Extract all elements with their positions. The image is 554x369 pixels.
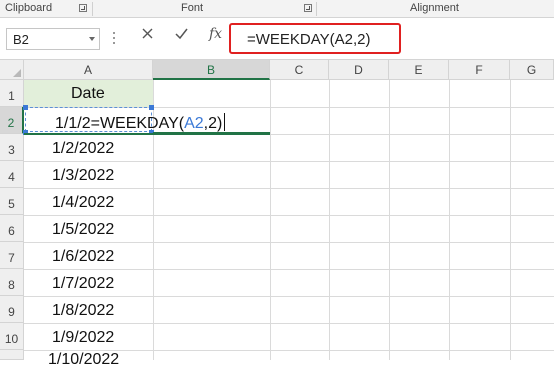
column-header-c[interactable]: C <box>270 60 329 80</box>
ribbon-group-labels: Clipboard Font Alignment <box>0 0 554 18</box>
gridline <box>24 269 554 270</box>
cell-b2-active[interactable] <box>153 106 270 134</box>
column-header-b[interactable]: B <box>153 60 270 80</box>
row-header-6[interactable]: 6 <box>0 215 24 242</box>
cell-a6[interactable]: 1/5/2022 <box>52 221 114 239</box>
name-box[interactable]: B2 <box>6 28 100 50</box>
clipboard-group-label: Clipboard <box>5 2 53 14</box>
row-header-11[interactable] <box>0 350 24 360</box>
column-header-a[interactable]: A <box>24 60 153 80</box>
cell-a3[interactable]: 1/2/2022 <box>52 140 114 158</box>
cell-a1[interactable]: Date <box>71 85 105 103</box>
cell-a8[interactable]: 1/7/2022 <box>52 275 114 293</box>
cell-a10[interactable]: 1/9/2022 <box>52 329 114 347</box>
cell-a9[interactable]: 1/8/2022 <box>52 302 114 320</box>
drag-handle-icon[interactable] <box>113 32 116 46</box>
gridline <box>24 296 554 297</box>
column-header-d[interactable]: D <box>329 60 389 80</box>
font-group-label: Font <box>181 2 204 14</box>
row-header-7[interactable]: 7 <box>0 242 24 269</box>
row-header-8[interactable]: 8 <box>0 269 24 296</box>
column-header-e[interactable]: E <box>389 60 449 80</box>
gridline <box>24 215 554 216</box>
row-header-1[interactable]: 1 <box>0 80 24 107</box>
cell-a5[interactable]: 1/4/2022 <box>52 194 114 212</box>
gridline <box>24 323 554 324</box>
row-header-5[interactable]: 5 <box>0 188 24 215</box>
gridline <box>329 80 330 360</box>
cell-a11[interactable]: 1/10/2022 <box>48 351 119 369</box>
row-header-3[interactable]: 3 <box>0 134 24 161</box>
group-separator <box>316 2 317 16</box>
gridline <box>389 80 390 360</box>
cell-a4[interactable]: 1/3/2022 <box>52 167 114 185</box>
cell-a2-value: 1/1/2 <box>55 115 91 132</box>
gridline <box>270 80 271 360</box>
cell-a7[interactable]: 1/6/2022 <box>52 248 114 266</box>
cancel-icon[interactable] <box>141 27 154 44</box>
gridline <box>24 161 554 162</box>
column-header-f[interactable]: F <box>449 60 510 80</box>
reference-handle[interactable] <box>23 105 28 110</box>
formula-bar: B2 fx =WEEKDAY(A2,2) <box>0 18 554 60</box>
clipboard-dialog-launcher-icon[interactable] <box>79 4 87 12</box>
chevron-down-icon[interactable] <box>89 37 95 41</box>
active-cell-border <box>24 133 270 135</box>
gridline <box>24 242 554 243</box>
insert-function-button[interactable]: fx <box>209 26 222 42</box>
row-header-4[interactable]: 4 <box>0 161 24 188</box>
row-header-10[interactable]: 10 <box>0 323 24 350</box>
row-header-9[interactable]: 9 <box>0 296 24 323</box>
font-dialog-launcher-icon[interactable] <box>304 4 312 12</box>
alignment-group-label: Alignment <box>410 2 459 14</box>
name-box-value: B2 <box>13 32 29 47</box>
formula-input[interactable]: =WEEKDAY(A2,2) <box>229 23 401 54</box>
row-header-2[interactable]: 2 <box>0 107 24 134</box>
formula-text: =WEEKDAY(A2,2) <box>247 31 371 48</box>
gridline <box>24 188 554 189</box>
gridline <box>449 80 450 360</box>
gridline <box>510 80 511 360</box>
check-icon[interactable] <box>174 27 189 44</box>
group-separator <box>92 2 93 16</box>
column-header-g[interactable]: G <box>510 60 554 80</box>
select-all-button[interactable] <box>0 60 24 80</box>
